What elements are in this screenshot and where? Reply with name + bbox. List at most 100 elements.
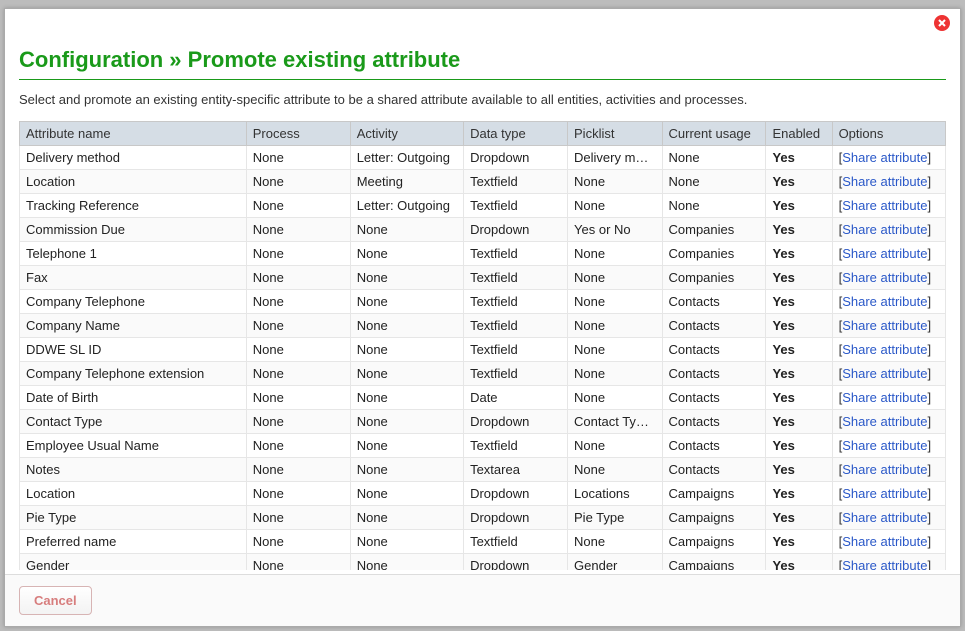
share-attribute-link[interactable]: Share attribute bbox=[842, 438, 927, 453]
cell-enabled: Yes bbox=[766, 482, 832, 506]
share-attribute-link[interactable]: Share attribute bbox=[842, 246, 927, 261]
cell-activity: None bbox=[350, 458, 463, 482]
cell-current-usage: Contacts bbox=[662, 386, 766, 410]
cell-process: None bbox=[246, 410, 350, 434]
cell-attribute-name: Telephone 1 bbox=[20, 242, 247, 266]
cell-options: [Share attribute] bbox=[832, 194, 945, 218]
col-activity[interactable]: Activity bbox=[350, 122, 463, 146]
cell-picklist: Yes or No bbox=[568, 218, 662, 242]
share-attribute-link[interactable]: Share attribute bbox=[842, 390, 927, 405]
cell-current-usage: Companies bbox=[662, 266, 766, 290]
cell-datatype: Textfield bbox=[464, 170, 568, 194]
cell-activity: None bbox=[350, 434, 463, 458]
col-enabled[interactable]: Enabled bbox=[766, 122, 832, 146]
share-attribute-link[interactable]: Share attribute bbox=[842, 222, 927, 237]
cell-process: None bbox=[246, 338, 350, 362]
cell-process: None bbox=[246, 170, 350, 194]
cell-options: [Share attribute] bbox=[832, 146, 945, 170]
share-attribute-link[interactable]: Share attribute bbox=[842, 462, 927, 477]
cell-picklist: None bbox=[568, 386, 662, 410]
cell-activity: None bbox=[350, 338, 463, 362]
cell-activity: None bbox=[350, 386, 463, 410]
col-datatype[interactable]: Data type bbox=[464, 122, 568, 146]
cell-datatype: Dropdown bbox=[464, 146, 568, 170]
col-current-usage[interactable]: Current usage bbox=[662, 122, 766, 146]
cell-options: [Share attribute] bbox=[832, 242, 945, 266]
table-row: Preferred nameNoneNoneTextfieldNoneCampa… bbox=[20, 530, 946, 554]
share-attribute-link[interactable]: Share attribute bbox=[842, 510, 927, 525]
cell-datatype: Textfield bbox=[464, 434, 568, 458]
cell-enabled: Yes bbox=[766, 194, 832, 218]
cell-current-usage: Contacts bbox=[662, 410, 766, 434]
cell-process: None bbox=[246, 530, 350, 554]
cell-attribute-name: Date of Birth bbox=[20, 386, 247, 410]
cell-picklist: None bbox=[568, 530, 662, 554]
cell-enabled: Yes bbox=[766, 386, 832, 410]
close-button[interactable] bbox=[934, 15, 950, 31]
cell-attribute-name: Commission Due bbox=[20, 218, 247, 242]
share-attribute-link[interactable]: Share attribute bbox=[842, 558, 927, 570]
cell-process: None bbox=[246, 362, 350, 386]
share-attribute-link[interactable]: Share attribute bbox=[842, 294, 927, 309]
dialog-body[interactable]: Configuration » Promote existing attribu… bbox=[13, 37, 952, 570]
dialog-frame: Configuration » Promote existing attribu… bbox=[0, 0, 965, 631]
cell-attribute-name: Preferred name bbox=[20, 530, 247, 554]
cell-options: [Share attribute] bbox=[832, 458, 945, 482]
share-attribute-link[interactable]: Share attribute bbox=[842, 150, 927, 165]
cell-enabled: Yes bbox=[766, 530, 832, 554]
cell-activity: Letter: Outgoing bbox=[350, 194, 463, 218]
cell-picklist: None bbox=[568, 434, 662, 458]
cell-enabled: Yes bbox=[766, 242, 832, 266]
cell-options: [Share attribute] bbox=[832, 434, 945, 458]
table-row: GenderNoneNoneDropdownGenderCampaignsYes… bbox=[20, 554, 946, 571]
cell-activity: None bbox=[350, 482, 463, 506]
cell-enabled: Yes bbox=[766, 458, 832, 482]
col-picklist[interactable]: Picklist bbox=[568, 122, 662, 146]
cell-attribute-name: Location bbox=[20, 170, 247, 194]
cell-enabled: Yes bbox=[766, 362, 832, 386]
cell-process: None bbox=[246, 434, 350, 458]
cancel-button[interactable]: Cancel bbox=[19, 586, 92, 615]
cell-attribute-name: Contact Type bbox=[20, 410, 247, 434]
cell-picklist: Delivery methods bbox=[568, 146, 662, 170]
share-attribute-link[interactable]: Share attribute bbox=[842, 318, 927, 333]
share-attribute-link[interactable]: Share attribute bbox=[842, 270, 927, 285]
table-row: Tracking ReferenceNoneLetter: OutgoingTe… bbox=[20, 194, 946, 218]
cell-options: [Share attribute] bbox=[832, 410, 945, 434]
cell-activity: None bbox=[350, 218, 463, 242]
col-process[interactable]: Process bbox=[246, 122, 350, 146]
cell-enabled: Yes bbox=[766, 554, 832, 571]
share-attribute-link[interactable]: Share attribute bbox=[842, 414, 927, 429]
share-attribute-link[interactable]: Share attribute bbox=[842, 366, 927, 381]
cell-datatype: Textfield bbox=[464, 338, 568, 362]
cell-picklist: None bbox=[568, 458, 662, 482]
table-row: Pie TypeNoneNoneDropdownPie TypeCampaign… bbox=[20, 506, 946, 530]
table-row: LocationNoneMeetingTextfieldNoneNoneYes[… bbox=[20, 170, 946, 194]
cell-options: [Share attribute] bbox=[832, 530, 945, 554]
cell-current-usage: Contacts bbox=[662, 338, 766, 362]
cell-datatype: Textfield bbox=[464, 266, 568, 290]
cell-datatype: Textfield bbox=[464, 314, 568, 338]
cell-activity: Letter: Outgoing bbox=[350, 146, 463, 170]
cell-picklist: Contact Types bbox=[568, 410, 662, 434]
col-options[interactable]: Options bbox=[832, 122, 945, 146]
cell-options: [Share attribute] bbox=[832, 170, 945, 194]
cell-options: [Share attribute] bbox=[832, 290, 945, 314]
share-attribute-link[interactable]: Share attribute bbox=[842, 198, 927, 213]
cell-process: None bbox=[246, 146, 350, 170]
table-row: Commission DueNoneNoneDropdownYes or NoC… bbox=[20, 218, 946, 242]
cell-current-usage: Contacts bbox=[662, 290, 766, 314]
page-title: Configuration » Promote existing attribu… bbox=[19, 47, 946, 80]
share-attribute-link[interactable]: Share attribute bbox=[842, 486, 927, 501]
share-attribute-link[interactable]: Share attribute bbox=[842, 342, 927, 357]
share-attribute-link[interactable]: Share attribute bbox=[842, 534, 927, 549]
share-attribute-link[interactable]: Share attribute bbox=[842, 174, 927, 189]
col-attribute-name[interactable]: Attribute name bbox=[20, 122, 247, 146]
cell-enabled: Yes bbox=[766, 146, 832, 170]
cell-options: [Share attribute] bbox=[832, 386, 945, 410]
table-row: Employee Usual NameNoneNoneTextfieldNone… bbox=[20, 434, 946, 458]
cell-attribute-name: Employee Usual Name bbox=[20, 434, 247, 458]
cell-current-usage: None bbox=[662, 170, 766, 194]
cell-activity: None bbox=[350, 554, 463, 571]
cell-process: None bbox=[246, 290, 350, 314]
